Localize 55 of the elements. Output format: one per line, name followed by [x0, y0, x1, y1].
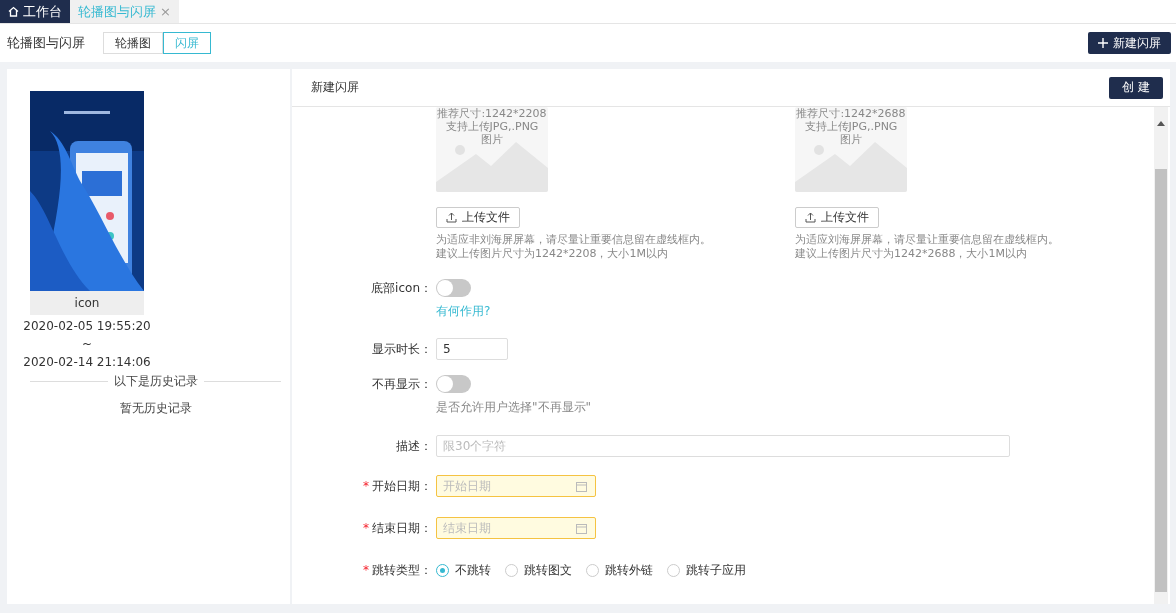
field-label: 不再显示： [372, 376, 432, 393]
field-label: 结束日期： [372, 520, 432, 537]
format-text: 支持上传JPG,.PNG [804, 120, 898, 133]
start-time: 2020-02-05 19:55:20 [23, 318, 151, 335]
home-icon [8, 6, 19, 17]
date-field[interactable]: 开始日期 [436, 475, 596, 497]
upload-icon [446, 212, 457, 223]
poster-caption: icon [30, 291, 144, 315]
field-label: 开始日期： [372, 478, 432, 495]
radio-option[interactable]: 跳转图文 [505, 561, 572, 579]
field-label: 跳转类型： [372, 562, 432, 579]
tilde-text: ~ [81, 336, 93, 353]
radio-option[interactable]: 跳转外链 [586, 561, 653, 579]
field-hint: 是否允许用户选择"不再显示" [436, 399, 592, 416]
page-tab[interactable]: 工作台 [0, 0, 70, 23]
page-title: 轮播图与闪屏 [7, 34, 85, 52]
scroll-up-icon [1157, 121, 1165, 126]
required-mark: * [363, 478, 369, 495]
field-label: 底部icon： [371, 280, 432, 297]
duration-field[interactable]: 5 [436, 338, 508, 360]
placeholder-text: 图片 [481, 133, 503, 146]
plus-icon [1098, 38, 1108, 48]
size-text: 推荐尺寸:1242*2688 [796, 107, 906, 120]
placeholder-text: 图片 [840, 133, 862, 146]
calendar-icon [576, 481, 587, 492]
size-text: 推荐尺寸:1242*2208 [437, 107, 547, 120]
upload-button[interactable]: 上传文件 [795, 207, 879, 228]
date-field[interactable]: 结束日期 [436, 517, 596, 539]
image-placeholder[interactable]: 推荐尺寸:1242*2208 支持上传JPG,.PNG 图片 [436, 107, 548, 192]
toggle-switch[interactable] [436, 375, 471, 393]
upload-hint: 建议上传图片尺寸为1242*2688，大小1M以内 [795, 247, 1028, 261]
required-mark: * [363, 562, 369, 579]
upload-hint: 为适应刘海屏屏幕，请尽量让重要信息留在虚线框内。 [795, 233, 1059, 247]
image-placeholder[interactable]: 推荐尺寸:1242*2688 支持上传JPG,.PNG 图片 [795, 107, 907, 192]
upload-hint: 为适应非刘海屏屏幕，请尽量让重要信息留在虚线框内。 [436, 233, 711, 247]
required-mark: * [363, 520, 369, 537]
radio-option[interactable]: 跳转子应用 [667, 561, 746, 579]
new-splash-button[interactable]: 新建闪屏 [1088, 32, 1171, 54]
empty-history-text: 暂无历史记录 [118, 400, 193, 417]
form-title: 新建闪屏 [311, 79, 359, 96]
segment-tab[interactable]: 轮播图 [103, 32, 163, 54]
field-label: 描述： [396, 438, 432, 455]
end-time: 2020-02-14 21:14:06 [23, 354, 151, 371]
history-divider-label: 以下是历史记录 [113, 373, 198, 390]
scrollbar[interactable] [1154, 107, 1168, 604]
calendar-icon [576, 523, 587, 534]
radio-option[interactable]: 不跳转 [436, 561, 491, 579]
upload-icon [805, 212, 816, 223]
upload-button[interactable]: 上传文件 [436, 207, 520, 228]
field-label: 显示时长： [372, 341, 432, 358]
toggle-switch[interactable] [436, 279, 471, 297]
upload-hint: 建议上传图片尺寸为1242*2208，大小1M以内 [436, 247, 669, 261]
description-field[interactable]: 限30个字符 [436, 435, 1010, 457]
create-button[interactable]: 创 建 [1109, 76, 1163, 99]
format-text: 支持上传JPG,.PNG [445, 120, 539, 133]
